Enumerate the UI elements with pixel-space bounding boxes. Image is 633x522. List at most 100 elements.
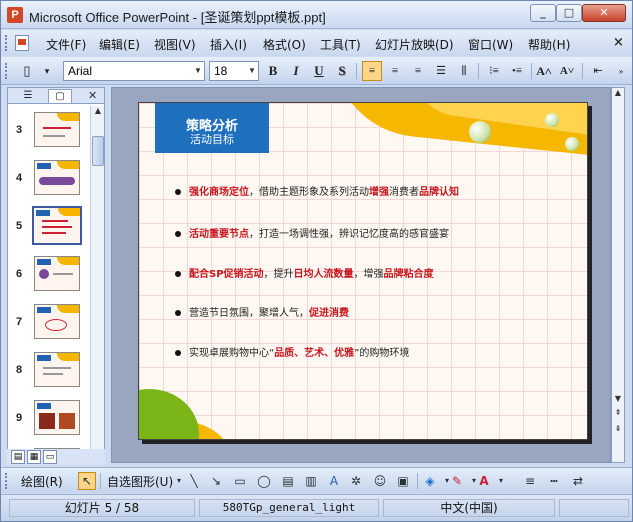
- next-slide-icon[interactable]: ⇟: [612, 424, 624, 436]
- oval-tool-icon[interactable]: ◯: [255, 472, 273, 490]
- bold-button[interactable]: B: [263, 61, 283, 81]
- menu-format[interactable]: 格式(O): [263, 36, 306, 53]
- slide-thumbnail[interactable]: [34, 304, 80, 339]
- shrink-font-button[interactable]: A˅: [557, 61, 577, 81]
- menu-tools[interactable]: 工具(T): [320, 36, 361, 53]
- bullet-item[interactable]: 营造节日氛围，聚增人气，促进消费: [175, 304, 349, 319]
- new-document-icon[interactable]: ▯: [17, 61, 37, 81]
- current-slide[interactable]: 策略分析 活动目标 强化商场定位，借助主题形象及系列活动增强消费者品牌认知 活动…: [138, 102, 588, 440]
- font-color-icon[interactable]: A: [475, 472, 493, 490]
- menu-grip[interactable]: [5, 35, 8, 51]
- toolbar-options-icon[interactable]: ▾: [37, 61, 57, 81]
- line-tool-icon[interactable]: ╲: [185, 472, 203, 490]
- dash-style-icon[interactable]: ┅: [545, 472, 563, 490]
- slide-thumbnail[interactable]: [34, 160, 80, 195]
- scroll-up-icon[interactable]: ▲: [612, 88, 624, 100]
- slide-thumbnail[interactable]: [34, 352, 80, 387]
- justify-icon[interactable]: ☰: [431, 61, 451, 81]
- slide-thumbnail[interactable]: [34, 256, 80, 291]
- menu-window[interactable]: 窗口(W): [468, 36, 513, 53]
- menu-file[interactable]: 文件(F): [46, 36, 86, 53]
- align-left-icon[interactable]: ≡: [362, 61, 382, 81]
- menu-insert[interactable]: 插入(I): [210, 36, 247, 53]
- slide-thumbnail[interactable]: [34, 400, 80, 435]
- slide-thumbnail[interactable]: [34, 112, 80, 147]
- menu-edit[interactable]: 编辑(E): [99, 36, 140, 53]
- toolbar-grip[interactable]: [5, 473, 8, 489]
- bullet-item[interactable]: 配合SP促销活动，提升日均人流数量，增强品牌粘合度: [175, 265, 434, 280]
- italic-button[interactable]: I: [286, 61, 306, 81]
- scroll-down-icon[interactable]: ▼: [612, 394, 624, 406]
- minimize-button[interactable]: _: [530, 4, 556, 22]
- thumbnail-item[interactable]: 7: [8, 304, 88, 344]
- draw-menu-button[interactable]: 绘图(R): [21, 473, 63, 490]
- arrow-style-icon[interactable]: ⇄: [569, 472, 587, 490]
- thumbnail-item-selected[interactable]: 5: [8, 206, 88, 248]
- close-button[interactable]: ✕: [582, 4, 626, 22]
- previous-slide-icon[interactable]: ⇞: [612, 408, 624, 420]
- autoshapes-menu-button[interactable]: 自选图形(U): [107, 473, 173, 490]
- menu-view[interactable]: 视图(V): [154, 36, 196, 53]
- clipart-icon[interactable]: ☺: [371, 472, 389, 490]
- thumbnail-item[interactable]: 8: [8, 352, 88, 392]
- thumbnail-item[interactable]: 4: [8, 160, 88, 200]
- bullet-text: 消费者: [389, 187, 419, 198]
- thumbnail-item[interactable]: 3: [8, 112, 88, 152]
- bullet-text: ，打造一场调性强，辨识记忆度高的感官盛宴: [249, 229, 449, 240]
- toolbar-overflow-icon[interactable]: »: [611, 61, 631, 81]
- textbox-tool-icon[interactable]: ▤: [279, 472, 297, 490]
- scrollbar-thumb[interactable]: [92, 136, 104, 166]
- line-style-icon[interactable]: ≡: [521, 472, 539, 490]
- rectangle-tool-icon[interactable]: ▭: [231, 472, 249, 490]
- slide-thumbnail[interactable]: [32, 206, 82, 245]
- tab-outline[interactable]: ☰: [16, 89, 40, 103]
- document-icon[interactable]: [15, 35, 29, 51]
- document-close-button[interactable]: ×: [613, 35, 624, 50]
- bullet-list-icon[interactable]: •≡: [507, 61, 527, 81]
- fill-color-icon[interactable]: ◈: [421, 472, 439, 490]
- bullet-text-highlight: 日均人流数量: [293, 269, 354, 280]
- slideshow-view-icon[interactable]: ▭: [43, 450, 57, 464]
- wordart-icon[interactable]: A: [325, 472, 343, 490]
- select-objects-icon[interactable]: ↖: [78, 472, 96, 490]
- underline-button[interactable]: U: [309, 61, 329, 81]
- vertical-text-icon[interactable]: ⫼: [454, 61, 474, 81]
- toolbar-grip[interactable]: [5, 63, 8, 79]
- slide-sorter-icon[interactable]: ▦: [27, 450, 41, 464]
- tab-slides[interactable]: ▢: [48, 89, 72, 103]
- powerpoint-app-icon[interactable]: P: [7, 7, 23, 23]
- normal-view-icon[interactable]: ▤: [11, 450, 25, 464]
- font-name-combo[interactable]: Arial ▼: [63, 61, 205, 81]
- arrow-tool-icon[interactable]: ↘: [207, 472, 225, 490]
- bullet-text: 营造节日氛围，聚增人气，: [189, 308, 309, 319]
- window-title: Microsoft Office PowerPoint - [圣诞策划ppt模板…: [29, 10, 326, 25]
- insert-picture-icon[interactable]: ▣: [394, 472, 412, 490]
- shadow-button[interactable]: S: [332, 61, 352, 81]
- align-center-icon[interactable]: ≡: [385, 61, 405, 81]
- align-right-icon[interactable]: ≡: [408, 61, 428, 81]
- bullet-item[interactable]: 强化商场定位，借助主题形象及系列活动增强消费者品牌认知: [175, 183, 459, 198]
- slide-area-scrollbar[interactable]: ▲ ▼ ⇞ ⇟: [611, 87, 625, 463]
- bullet-item[interactable]: 实现卓展购物中心“品质、艺术、优雅”的购物环境: [175, 344, 409, 359]
- diagram-icon[interactable]: ✲: [347, 472, 365, 490]
- thumbnail-item[interactable]: 9: [8, 400, 88, 440]
- maximize-button[interactable]: □: [556, 4, 582, 22]
- thumbnail-item[interactable]: 6: [8, 256, 88, 296]
- chevron-down-icon[interactable]: ▼: [192, 62, 204, 80]
- line-color-icon[interactable]: ✎: [448, 472, 466, 490]
- numbered-list-icon[interactable]: ⁝≡: [484, 61, 504, 81]
- grow-font-button[interactable]: A˄: [534, 61, 554, 81]
- font-size-combo[interactable]: 18 ▼: [209, 61, 259, 81]
- vertical-textbox-icon[interactable]: ▥: [302, 472, 320, 490]
- bullet-item[interactable]: 活动重要节点，打造一场调性强，辨识记忆度高的感官盛宴: [175, 225, 449, 240]
- menu-slideshow[interactable]: 幻灯片放映(D): [375, 36, 454, 53]
- pane-close-icon[interactable]: ✕: [88, 89, 97, 102]
- slides-pane-scrollbar[interactable]: ▲ ▼: [90, 106, 104, 462]
- scroll-up-icon[interactable]: ▲: [91, 106, 105, 118]
- chevron-down-icon[interactable]: ▾: [492, 472, 510, 490]
- toolbar-separator: [478, 63, 479, 79]
- indent-icon[interactable]: ⇤: [588, 61, 608, 81]
- chevron-down-icon[interactable]: ▼: [246, 62, 258, 80]
- slide-title-box[interactable]: 策略分析 活动目标: [155, 103, 269, 153]
- menu-help[interactable]: 帮助(H): [528, 36, 570, 53]
